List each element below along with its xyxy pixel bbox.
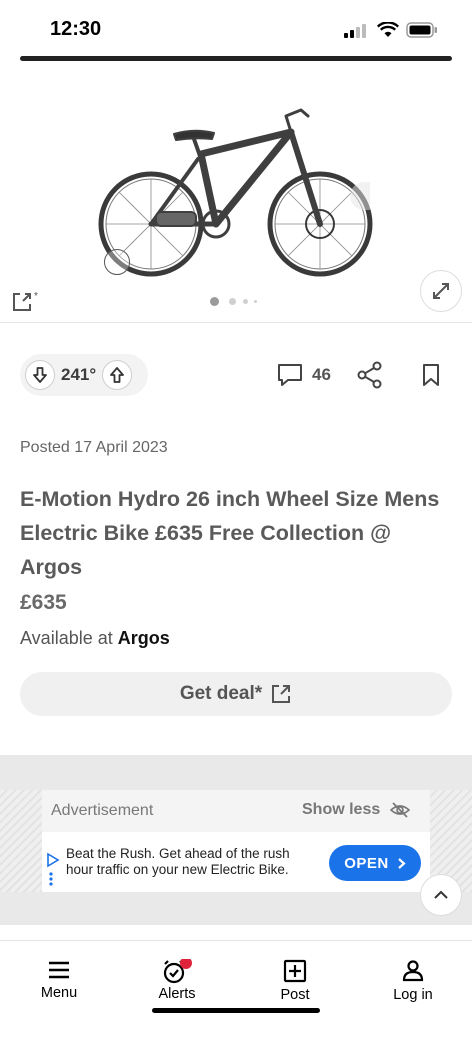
nav-menu[interactable]: Menu xyxy=(0,959,118,1039)
vote-down-button[interactable] xyxy=(25,360,55,390)
section-divider xyxy=(0,322,472,323)
status-time: 12:30 xyxy=(50,18,102,40)
bookmark-button[interactable] xyxy=(420,363,442,392)
signal-icon xyxy=(344,24,370,43)
external-link-icon xyxy=(272,685,291,703)
share-icon xyxy=(357,361,382,389)
ad-open-button[interactable]: OPEN xyxy=(329,845,421,881)
gallery-next-button[interactable] xyxy=(350,182,370,210)
nav-post-label: Post xyxy=(280,987,310,1003)
nav-login[interactable]: Log in xyxy=(354,959,472,1039)
nav-alerts-label: Alerts xyxy=(158,986,196,1002)
chevron-up-icon xyxy=(434,890,448,899)
alarm-icon xyxy=(163,959,192,984)
deal-image-gallery[interactable]: * xyxy=(0,64,472,322)
ad-side-pattern xyxy=(0,790,42,892)
user-icon xyxy=(402,960,424,982)
comment-icon xyxy=(278,364,302,386)
eye-off-icon xyxy=(390,802,411,818)
gallery-prev-button[interactable] xyxy=(104,249,130,275)
chevron-right-icon xyxy=(398,857,406,869)
menu-icon xyxy=(49,961,69,979)
arrow-down-icon xyxy=(33,367,47,383)
adchoices-icon[interactable] xyxy=(46,852,60,888)
nav-login-label: Log in xyxy=(393,987,433,1003)
show-less-label: Show less xyxy=(302,801,381,818)
external-link-icon[interactable]: * xyxy=(10,290,42,319)
posted-date: Posted 17 April 2023 xyxy=(20,439,168,456)
get-deal-label: Get deal* xyxy=(179,683,263,704)
ad-header: Advertisement Show less xyxy=(42,790,430,832)
merchant-link[interactable]: Argos xyxy=(118,628,170,648)
expand-icon xyxy=(433,283,449,299)
show-less-button[interactable]: Show less xyxy=(302,801,411,819)
plus-square-icon xyxy=(283,959,307,983)
vote-control: 241° xyxy=(20,354,148,396)
bike-image xyxy=(98,108,373,277)
home-indicator xyxy=(152,1008,320,1013)
vote-up-button[interactable] xyxy=(102,360,133,390)
expand-button[interactable] xyxy=(420,270,462,312)
bookmark-icon xyxy=(423,364,439,386)
comments-button[interactable]: 46 xyxy=(276,362,331,388)
available-label: Available at xyxy=(20,628,113,648)
svg-text:*: * xyxy=(34,291,38,302)
gallery-dot xyxy=(254,300,257,303)
gallery-dots xyxy=(210,297,257,306)
gallery-dot xyxy=(229,298,236,305)
ad-open-label: OPEN xyxy=(344,854,389,872)
deal-temperature: 241° xyxy=(61,365,97,384)
arrow-up-icon xyxy=(110,367,125,383)
get-deal-button[interactable]: Get deal* xyxy=(20,672,452,716)
share-button[interactable] xyxy=(356,361,384,394)
header-bar xyxy=(20,56,452,61)
merchant-line: Available at Argos xyxy=(20,628,170,649)
nav-post[interactable]: Post xyxy=(236,959,354,1039)
deal-title: E-Motion Hydro 26 inch Wheel Size Mens E… xyxy=(20,487,440,579)
gallery-dot xyxy=(243,299,248,304)
gallery-dot-active xyxy=(210,297,219,306)
ad-text: Beat the Rush. Get ahead of the rush hou… xyxy=(66,846,290,877)
deal-price: £635 xyxy=(20,591,67,614)
nav-alerts[interactable]: Alerts xyxy=(118,959,236,1039)
ad-label: Advertisement xyxy=(51,802,154,819)
comment-count: 46 xyxy=(312,365,331,384)
battery-icon xyxy=(406,22,438,43)
scroll-to-top-button[interactable] xyxy=(420,874,462,916)
nav-menu-label: Menu xyxy=(40,985,78,1001)
wifi-icon xyxy=(376,21,400,43)
